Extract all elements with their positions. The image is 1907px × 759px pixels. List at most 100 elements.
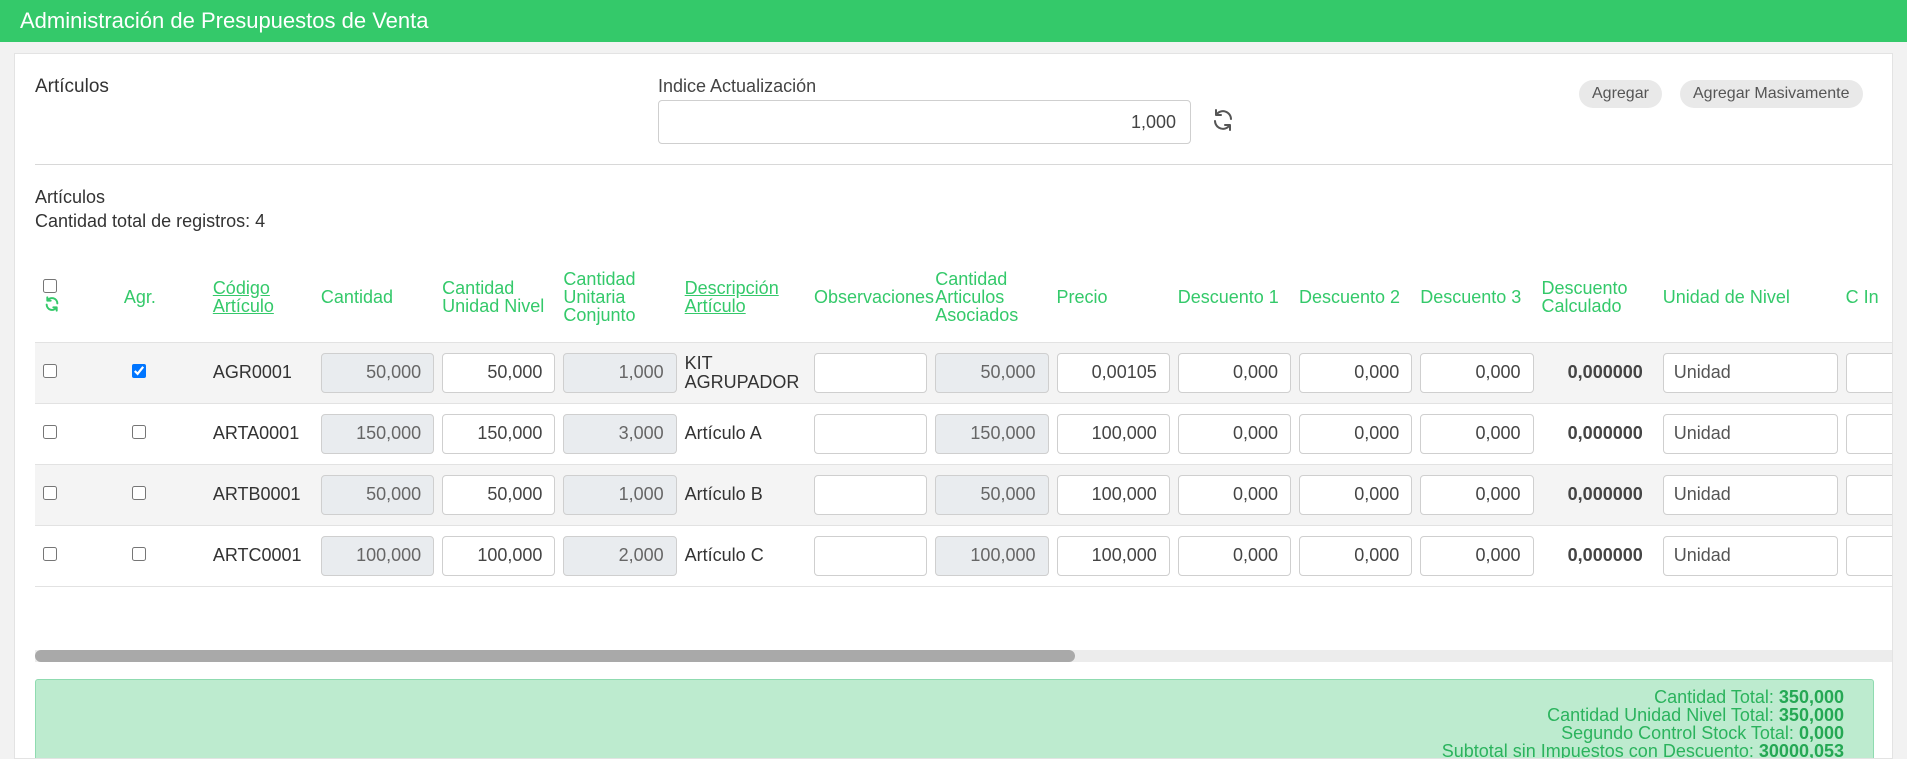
desc3-cell [1420,524,1542,587]
cant-unidad-nivel-cell [442,463,564,525]
row-select-checkbox[interactable] [43,425,57,439]
codigo-cell: ARTB0001 [212,463,321,525]
total-value: 350,000 [1778,687,1844,707]
descuento-2-input[interactable] [1299,535,1413,576]
truncated-cell [1845,463,1892,525]
truncated-input[interactable] [1845,535,1892,576]
total-line: Cantidad Total: 350,000 [36,688,1844,706]
cantidad-unidad-nivel-input[interactable] [442,535,556,576]
descuento-1-input[interactable] [1177,535,1291,576]
truncated-input[interactable] [1845,352,1892,393]
cantidad-asociados-input [935,352,1049,393]
desc1-cell [1177,402,1299,464]
truncated-input[interactable] [1845,474,1892,515]
agr-cell [123,463,213,525]
row-select-checkbox[interactable] [43,486,57,500]
col-unidad-de-nivel: Unidad de Nivel [1662,286,1790,307]
descripcion-cell: Artículo B [684,463,814,525]
cant-asociados-cell [935,524,1057,587]
col-descuento-calculado: Descuento Calculado [1541,277,1628,316]
agr-checkbox[interactable] [131,486,146,500]
precio-input[interactable] [1056,535,1170,576]
truncated-input[interactable] [1845,413,1892,454]
descuento-2-input[interactable] [1299,413,1413,454]
observaciones-input[interactable] [814,352,928,393]
row-select-checkbox[interactable] [43,364,57,378]
cant-asociados-cell [935,463,1057,525]
observaciones-input[interactable] [814,535,928,576]
cantidad-unidad-nivel-input[interactable] [442,352,556,393]
desc1-cell [1177,463,1299,525]
descuento-3-input[interactable] [1420,352,1534,393]
descuento-2-input[interactable] [1299,352,1413,393]
descuento-calculado-cell: 0,000000 [1541,524,1663,587]
col-codigo-articulo[interactable]: Código Artículo [213,252,321,342]
indice-input[interactable] [658,100,1191,144]
refresh-icon[interactable] [44,296,60,315]
descripcion-cell: KIT AGRUPADOR [684,341,814,403]
precio-input[interactable] [1056,352,1170,393]
agr-checkbox[interactable] [131,547,146,561]
unidad-nivel-input[interactable] [1662,413,1838,454]
cant-unidad-nivel-cell [442,402,564,464]
total-value: 350,000 [1778,705,1844,725]
cantidad-asociados-input [935,474,1049,515]
table-row: ARTB0001 Artículo B 0,000000 [35,463,1892,525]
cant-asociados-cell [935,341,1057,403]
col-cantidad-articulos-asociados: Cantidad Articulos Asociados [935,268,1019,325]
unidad-nivel-input[interactable] [1662,535,1838,576]
unidad-cell [1662,524,1846,587]
horizontal-scrollbar[interactable] [35,650,1892,662]
total-label: Cantidad Total: [1654,687,1774,707]
scrollbar-thumb[interactable] [35,650,1075,662]
descuento-1-input[interactable] [1177,352,1291,393]
agr-checkbox[interactable] [131,425,146,439]
desc2-cell [1299,463,1421,525]
observaciones-input[interactable] [814,474,928,515]
unidad-nivel-input[interactable] [1662,474,1838,515]
codigo-cell: ARTA0001 [212,402,321,464]
descripcion-cell: Artículo C [684,524,814,587]
cantidad-input [320,535,435,576]
descuento-calculado-cell: 0,000000 [1541,402,1663,464]
cantidad-cell [320,341,443,403]
cantidad-unidad-nivel-input[interactable] [442,413,556,454]
cantidad-unidad-nivel-input[interactable] [442,474,556,515]
col-observaciones: Observaciones [814,286,935,307]
row-select-cell [35,341,124,403]
desc3-cell [1420,463,1542,525]
refresh-icon[interactable] [1211,108,1235,132]
precio-input[interactable] [1056,474,1170,515]
articulos-panel: Artículos Indice Actualización Agregar A… [14,53,1893,759]
total-value: 0,000 [1798,723,1844,743]
cantidad-input [320,413,435,454]
col-truncated: C In [1845,286,1879,307]
observaciones-input[interactable] [814,413,928,454]
indice-label: Indice Actualización [658,76,817,96]
agr-cell [123,341,213,403]
cant-unidad-nivel-cell [442,524,564,587]
precio-cell [1056,463,1178,525]
table-row: ARTC0001 Artículo C 0,000000 [35,524,1892,587]
descuento-3-input[interactable] [1420,535,1534,576]
descuento-1-input[interactable] [1177,413,1291,454]
desc3-cell [1420,341,1542,403]
agr-checkbox[interactable] [131,364,146,378]
descuento-1-input[interactable] [1177,474,1291,515]
descuento-2-input[interactable] [1299,474,1413,515]
select-all-checkbox[interactable] [43,279,57,294]
app-title: Administración de Presupuestos de Venta [20,8,429,33]
descuento-3-input[interactable] [1420,474,1534,515]
total-line: Cantidad Unidad Nivel Total: 350,000 [36,706,1844,724]
agr-cell [123,524,213,587]
precio-input[interactable] [1056,413,1170,454]
row-select-checkbox[interactable] [43,547,57,561]
descuento-3-input[interactable] [1420,413,1534,454]
agregar-button[interactable]: Agregar [1579,80,1662,108]
unidad-nivel-input[interactable] [1662,352,1838,393]
unidad-cell [1662,402,1846,464]
agregar-masivamente-button[interactable]: Agregar Masivamente [1680,80,1863,108]
col-descripcion-articulo[interactable]: Descripción Artículo [685,252,814,342]
cantidad-input [320,352,435,393]
observaciones-cell [814,524,936,587]
